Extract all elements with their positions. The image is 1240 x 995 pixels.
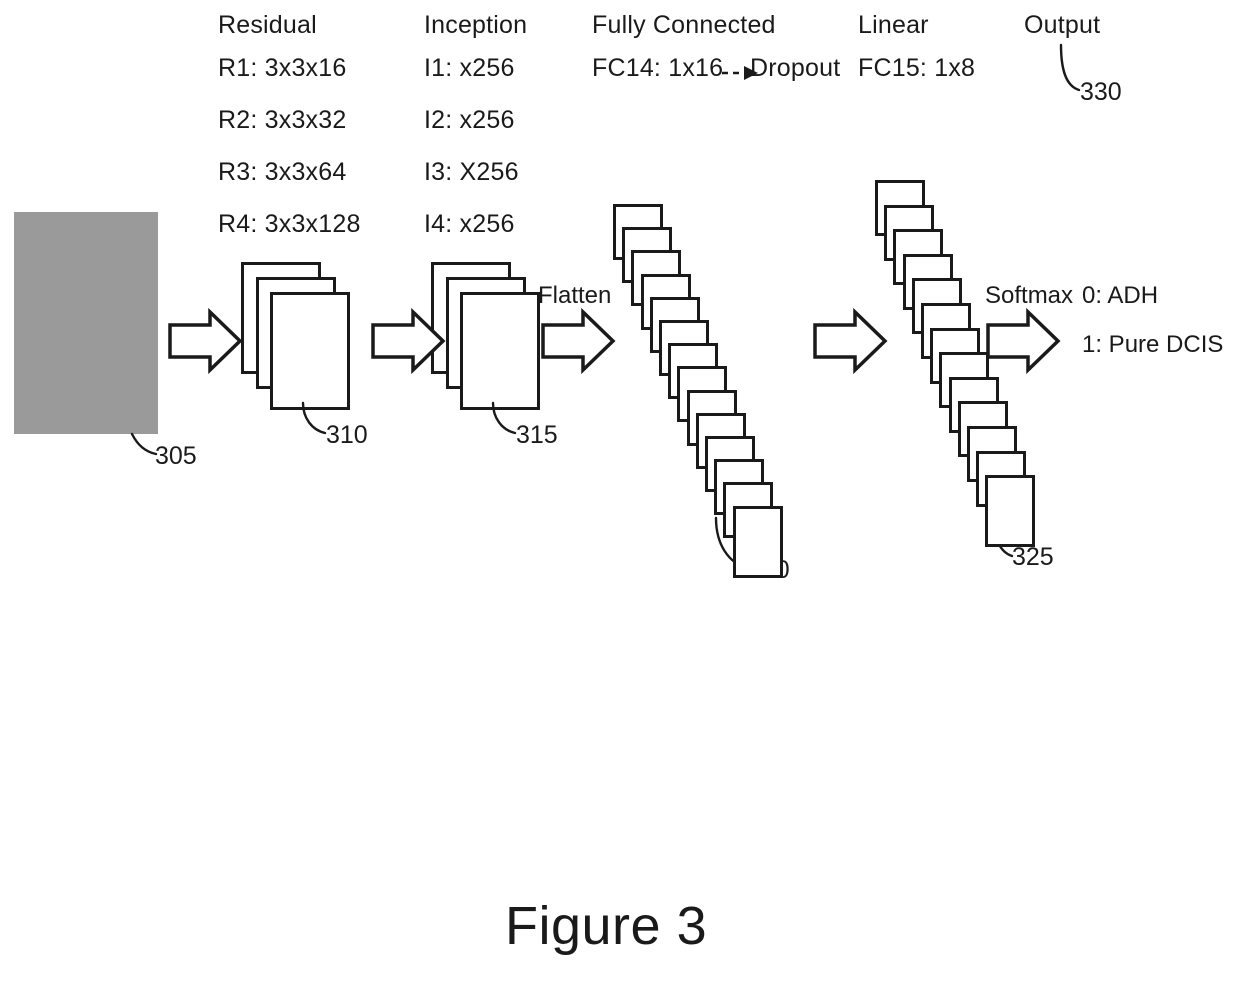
fully-connected-box-14 — [732, 505, 783, 578]
leader-line-330 — [1059, 43, 1081, 92]
flow-arrow-input-to-residual — [168, 307, 243, 375]
flow-arrow-flatten — [541, 307, 616, 375]
linear-box-13 — [985, 475, 1036, 548]
leader-line-305 — [130, 432, 158, 456]
leader-line-310 — [301, 401, 327, 435]
patent-figure-3: Residual R1: 3x3x16 R2: 3x3x32 R3: 3x3x6… — [0, 0, 1240, 995]
flow-arrow-residual-to-inception — [371, 307, 446, 375]
dashed-arrow-to-dropout — [722, 66, 758, 80]
leader-line-315 — [491, 401, 517, 435]
figure-caption: Figure 3 — [505, 896, 708, 956]
connector-overlay: Dropout --> — [130, 43, 1081, 570]
flow-arrow-softmax-to-output — [986, 307, 1061, 375]
flow-arrow-fc-to-linear — [813, 307, 888, 375]
